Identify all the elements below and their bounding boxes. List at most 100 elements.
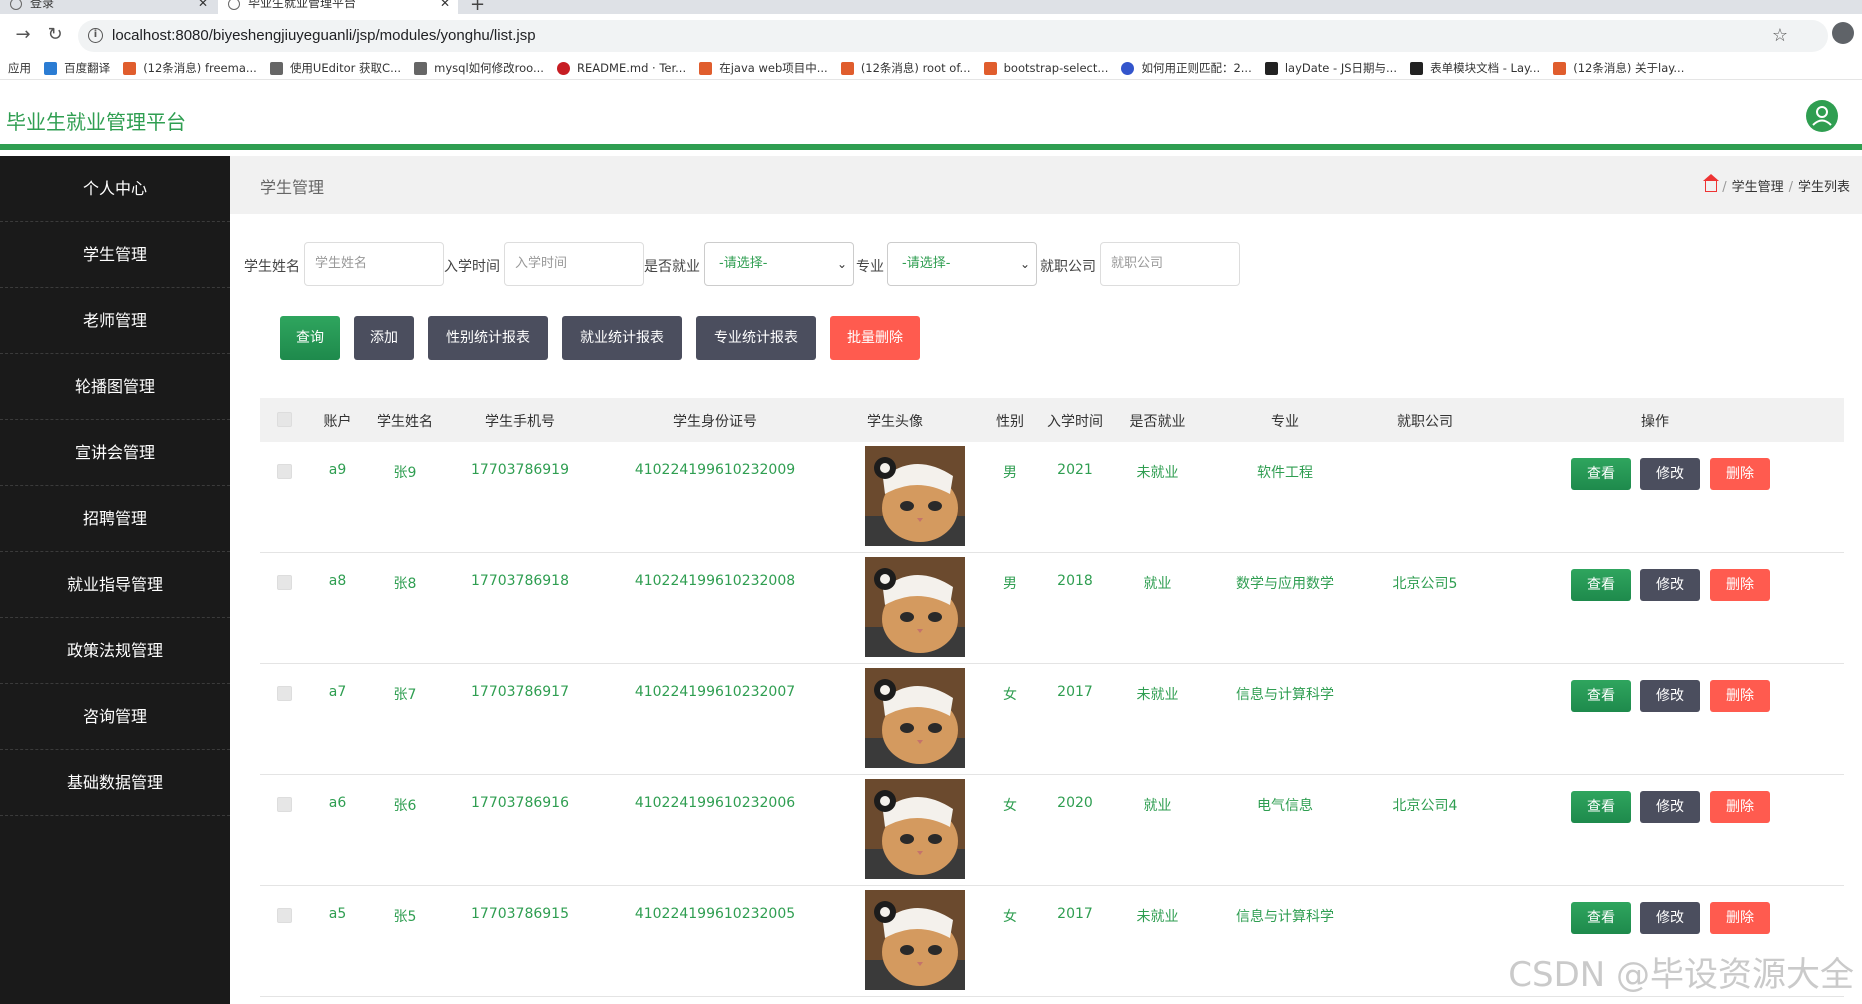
tab-label: 毕业生就业管理平台 <box>248 0 357 10</box>
sidebar-item-carousel[interactable]: 轮播图管理 <box>0 354 230 420</box>
cell-gender: 女 <box>1003 798 1017 814</box>
bookmark-item[interactable]: 如何用正则匹配：2... <box>1121 56 1252 79</box>
major-report-button[interactable]: 专业统计报表 <box>696 316 816 360</box>
cell-idcard: 410224199610232009 <box>634 462 796 478</box>
close-icon[interactable]: ✕ <box>198 0 208 14</box>
reload-icon[interactable]: ↻ <box>42 22 68 48</box>
breadcrumb-item[interactable]: 学生管理 <box>1732 180 1784 195</box>
cell-phone: 17703786916 <box>471 795 569 811</box>
edit-button[interactable]: 修改 <box>1640 458 1700 490</box>
row-checkbox[interactable] <box>277 797 292 812</box>
student-avatar <box>865 446 965 546</box>
bookmark-icon <box>123 62 137 75</box>
cell-name: 张6 <box>393 798 417 814</box>
view-button[interactable]: 查看 <box>1571 680 1631 712</box>
view-button[interactable]: 查看 <box>1571 569 1631 601</box>
row-checkbox[interactable] <box>277 575 292 590</box>
info-icon[interactable]: i <box>88 28 103 43</box>
major-label: 专业 <box>856 259 884 275</box>
bookmark-item[interactable]: 使用UEditor 获取C... <box>269 56 401 79</box>
bookmark-item[interactable]: 百度翻译 <box>44 56 110 79</box>
sidebar-item-teachers[interactable]: 老师管理 <box>0 288 230 354</box>
view-button[interactable]: 查看 <box>1571 458 1631 490</box>
cell-year: 2021 <box>1057 462 1093 478</box>
edit-button[interactable]: 修改 <box>1640 902 1700 934</box>
column-header: 学生手机号 <box>485 414 555 430</box>
delete-button[interactable]: 删除 <box>1710 680 1770 712</box>
profile-icon[interactable] <box>1832 22 1854 44</box>
name-input[interactable]: 学生姓名 <box>304 242 444 286</box>
row-checkbox[interactable] <box>277 686 292 701</box>
user-icon[interactable] <box>1806 100 1838 132</box>
select-all-checkbox[interactable] <box>277 412 292 427</box>
cell-account: a9 <box>328 462 347 478</box>
view-button[interactable]: 查看 <box>1571 791 1631 823</box>
bookmark-item[interactable]: (12条消息) 关于lay... <box>1553 56 1684 79</box>
breadcrumb-item: 学生列表 <box>1797 180 1850 195</box>
sidebar-item-guidance[interactable]: 就业指导管理 <box>0 552 230 618</box>
row-checkbox[interactable] <box>277 464 292 479</box>
bookmark-icon <box>557 62 571 75</box>
batch-delete-button[interactable]: 批量删除 <box>830 316 920 360</box>
bookmark-item[interactable]: (12条消息) root of... <box>840 56 971 79</box>
column-header: 专业 <box>1271 414 1299 430</box>
sidebar-item-recruitment[interactable]: 招聘管理 <box>0 486 230 552</box>
home-icon[interactable] <box>1703 174 1720 192</box>
sidebar-item-profile[interactable]: 个人中心 <box>0 156 230 222</box>
search-form: 学生姓名 学生姓名 入学时间 入学时间 是否就业 -请选择- ⌄ 专业 -请选择-… <box>244 242 1844 286</box>
gender-report-button[interactable]: 性别统计报表 <box>428 316 548 360</box>
edit-button[interactable]: 修改 <box>1640 791 1700 823</box>
table-row: a7 张7 17703786917 410224199610232007 女 2… <box>260 664 1844 775</box>
major-select[interactable]: -请选择- ⌄ <box>887 242 1037 286</box>
bookmark-item[interactable]: (12条消息) freema... <box>123 56 257 79</box>
bookmark-item[interactable]: 表单模块文档 - Lay... <box>1410 56 1540 79</box>
company-input[interactable]: 就职公司 <box>1100 242 1240 286</box>
employment-report-button[interactable]: 就业统计报表 <box>562 316 682 360</box>
cell-name: 张7 <box>393 687 417 703</box>
new-tab-icon[interactable]: + <box>470 0 485 14</box>
star-icon[interactable]: ☆ <box>1772 25 1788 46</box>
bookmark-item[interactable]: 应用 <box>8 56 31 79</box>
company-label: 就职公司 <box>1040 259 1096 275</box>
query-button[interactable]: 查询 <box>280 316 340 360</box>
sidebar-item-policies[interactable]: 政策法规管理 <box>0 618 230 684</box>
sidebar-item-basic-data[interactable]: 基础数据管理 <box>0 750 230 816</box>
bookmark-icon <box>414 62 428 75</box>
column-header: 操作 <box>1641 414 1669 430</box>
edit-button[interactable]: 修改 <box>1640 680 1700 712</box>
sidebar-item-students[interactable]: 学生管理 <box>0 222 230 288</box>
date-input[interactable]: 入学时间 <box>504 242 644 286</box>
cell-name: 张9 <box>393 465 417 481</box>
edit-button[interactable]: 修改 <box>1640 569 1700 601</box>
bookmark-item[interactable]: 在java web项目中... <box>699 56 828 79</box>
cell-year: 2020 <box>1057 795 1093 811</box>
browser-tab-login[interactable]: 登录 ✕ <box>0 0 216 14</box>
bookmark-item[interactable]: bootstrap-select... <box>983 56 1108 79</box>
browser-tab-platform[interactable]: 毕业生就业管理平台 ✕ <box>218 0 458 14</box>
delete-button[interactable]: 删除 <box>1710 569 1770 601</box>
add-button[interactable]: 添加 <box>354 316 414 360</box>
close-icon[interactable]: ✕ <box>440 0 450 14</box>
cell-account: a6 <box>328 795 347 811</box>
bookmark-icon <box>983 62 997 75</box>
row-checkbox[interactable] <box>277 908 292 923</box>
view-button[interactable]: 查看 <box>1571 902 1631 934</box>
sidebar-item-consulting[interactable]: 咨询管理 <box>0 684 230 750</box>
delete-button[interactable]: 删除 <box>1710 458 1770 490</box>
sidebar-item-seminars[interactable]: 宣讲会管理 <box>0 420 230 486</box>
cell-name: 张5 <box>393 909 417 925</box>
browser-navbar: → ↻ i localhost:8080/biyeshengjiuyeguanl… <box>0 14 1862 56</box>
bookmark-item[interactable]: mysql如何修改roo... <box>414 56 544 79</box>
tab-label: 登录 <box>30 0 55 10</box>
bookmark-item[interactable]: README.md · Ter... <box>557 56 686 79</box>
delete-button[interactable]: 删除 <box>1710 902 1770 934</box>
cell-account: a8 <box>328 573 347 589</box>
delete-button[interactable]: 删除 <box>1710 791 1770 823</box>
employed-select[interactable]: -请选择- ⌄ <box>704 242 854 286</box>
forward-arrow-icon[interactable]: → <box>10 22 36 48</box>
bookmark-icon <box>269 62 283 75</box>
address-bar[interactable]: i localhost:8080/biyeshengjiuyeguanli/js… <box>78 20 1828 52</box>
cell-phone: 17703786915 <box>471 906 569 922</box>
student-avatar <box>865 668 965 768</box>
bookmark-item[interactable]: layDate - JS日期与... <box>1264 56 1397 79</box>
